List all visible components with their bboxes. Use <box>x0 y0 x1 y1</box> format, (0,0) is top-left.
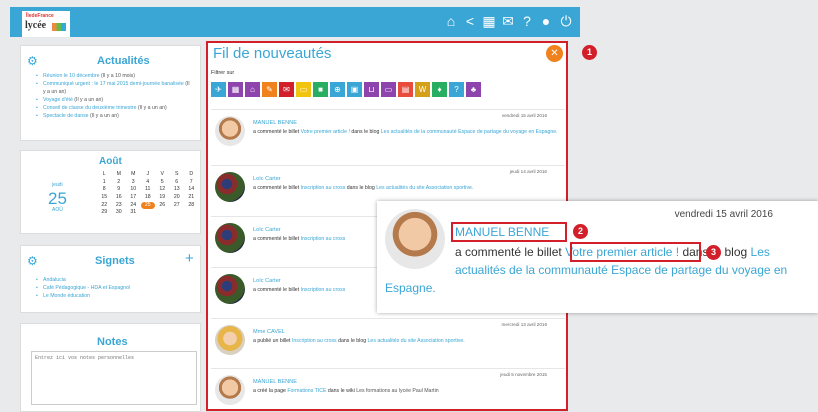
calendar-day[interactable]: 6 <box>170 179 185 187</box>
calendar-widget: Août jeudi 25 AOÛ L M M J V S D 1 2 3 4 5 6 7 8 9 10 11 12… <box>20 150 201 234</box>
share-icon[interactable]: < <box>462 14 478 28</box>
calendar-day-name: jeudi <box>52 182 63 188</box>
weekday-header: L <box>102 171 106 177</box>
calendar-day[interactable]: 7 <box>184 179 199 187</box>
calendar-day[interactable]: 19 <box>155 194 170 202</box>
news-item[interactable]: Conseil de classe du deuxième trimestre … <box>36 104 191 112</box>
calendar-day[interactable]: 23 <box>112 202 127 210</box>
calendar-day[interactable]: 1 <box>97 179 112 187</box>
calendar-day[interactable]: 11 <box>141 186 156 194</box>
weekday-header: M <box>116 171 121 177</box>
news-widget: ⚙ Actualités Réunion le 10 décembre (Il … <box>20 45 201 141</box>
highlight-author-box <box>451 222 567 242</box>
news-title: Actualités <box>97 55 150 67</box>
calendar-day[interactable]: 17 <box>126 194 141 202</box>
calendar-day[interactable]: 22 <box>97 202 112 210</box>
calendar-day[interactable]: 21 <box>184 194 199 202</box>
calendar-day[interactable]: 10 <box>126 186 141 194</box>
bookmarks-title: Signets <box>95 255 135 267</box>
logo-lycee-text: lycée <box>25 20 47 31</box>
user-avatar-icon[interactable]: ● <box>538 14 554 28</box>
bookmarks-widget: ⚙ Signets + Andalucia Café Pédagogique -… <box>20 245 201 313</box>
calendar-day[interactable]: 29 <box>97 209 112 217</box>
calendar-day[interactable]: 25 <box>140 201 155 210</box>
calendar-day[interactable]: 14 <box>184 186 199 194</box>
logo-swoosh <box>52 23 66 31</box>
calendar-day[interactable]: 4 <box>141 179 156 187</box>
calendar-day[interactable]: 8 <box>97 186 112 194</box>
calendar-day[interactable]: 18 <box>141 194 156 202</box>
bookmark-item[interactable]: Café Pédagogique - HDA et Espagnol <box>36 284 191 292</box>
lycee-logo[interactable]: ÎledeFrance lycée <box>22 11 70 37</box>
calendar-day[interactable]: 9 <box>112 186 127 194</box>
notes-textarea[interactable] <box>31 351 197 405</box>
notes-widget: Notes <box>20 323 201 412</box>
news-item[interactable]: Réunion le 10 décembre (Il y a 10 mois) <box>36 72 191 80</box>
calendar-day[interactable]: 26 <box>155 202 170 210</box>
author-avatar-large[interactable] <box>385 209 445 269</box>
callout-badge-3: 3 <box>706 245 721 260</box>
calendar-grid: L M M J V S D 1 2 3 4 5 6 7 8 9 10 11 12 13 14 15 16 17 18 19 20 21… <box>97 171 199 217</box>
calendar-day-month: AOÛ <box>52 207 63 213</box>
calendar-day[interactable]: 15 <box>97 194 112 202</box>
calendar-day[interactable]: 3 <box>126 179 141 187</box>
news-list: Réunion le 10 décembre (Il y a 10 mois) … <box>36 72 191 120</box>
mail-icon[interactable]: ✉ <box>500 14 516 28</box>
calendar-day[interactable]: 28 <box>184 202 199 210</box>
bookmark-item[interactable]: Le Monde éducation <box>36 292 191 300</box>
weekday-header: J <box>146 171 150 177</box>
calendar-day[interactable]: 13 <box>170 186 185 194</box>
weekday-header: D <box>189 171 194 177</box>
gear-icon[interactable]: ⚙ <box>27 254 38 268</box>
calendar-day[interactable]: 30 <box>112 209 127 217</box>
zoom-date: vendredi 15 avril 2016 <box>674 209 773 220</box>
calendar-day[interactable]: 27 <box>170 202 185 210</box>
zoom-blog-link-end[interactable]: Espagne. <box>385 281 436 295</box>
calendar-day[interactable]: 20 <box>170 194 185 202</box>
news-item[interactable]: Communiqué urgent : le 17 mai 2015 demi-… <box>36 80 191 96</box>
calendar-day[interactable]: 5 <box>155 179 170 187</box>
help-icon[interactable]: ? <box>519 14 535 28</box>
calendar-day-number: 25 <box>48 189 67 208</box>
add-bookmark-button[interactable]: + <box>185 250 194 267</box>
weekday-header: M <box>131 171 136 177</box>
notes-title: Notes <box>97 336 128 348</box>
weekday-header: V <box>160 171 164 177</box>
calendar-day[interactable]: 2 <box>112 179 127 187</box>
bookmarks-list: Andalucia Café Pédagogique - HDA et Espa… <box>36 276 191 300</box>
calendar-day[interactable]: 24 <box>126 202 141 210</box>
zoomed-feed-item: vendredi 15 avril 2016 MANUEL BENNE a co… <box>377 201 818 313</box>
apps-grid-icon[interactable]: ▦ <box>481 14 497 28</box>
zoom-blog-link[interactable]: actualités de la communauté Espace de pa… <box>455 263 787 277</box>
calendar-day[interactable]: 31 <box>126 209 141 217</box>
bookmark-item[interactable]: Andalucia <box>36 276 191 284</box>
calendar-day[interactable]: 16 <box>112 194 127 202</box>
zoom-blog-link-start[interactable]: Les <box>751 245 770 259</box>
power-icon[interactable]: ⏻ <box>558 14 574 28</box>
callout-badge-1: 1 <box>582 45 597 60</box>
calendar-day[interactable]: 12 <box>155 186 170 194</box>
callout-badge-2: 2 <box>573 224 588 239</box>
home-icon[interactable]: ⌂ <box>443 14 459 28</box>
gear-icon[interactable]: ⚙ <box>27 54 38 68</box>
news-item[interactable]: Voyage d'été (Il y a un an) <box>36 96 191 104</box>
calendar-month: Août <box>99 156 122 167</box>
weekday-header: S <box>175 171 179 177</box>
highlight-article-box <box>570 242 701 262</box>
news-item[interactable]: Spectacle de danse (Il y a un an) <box>36 112 191 120</box>
logo-region-text: ÎledeFrance <box>26 13 54 19</box>
